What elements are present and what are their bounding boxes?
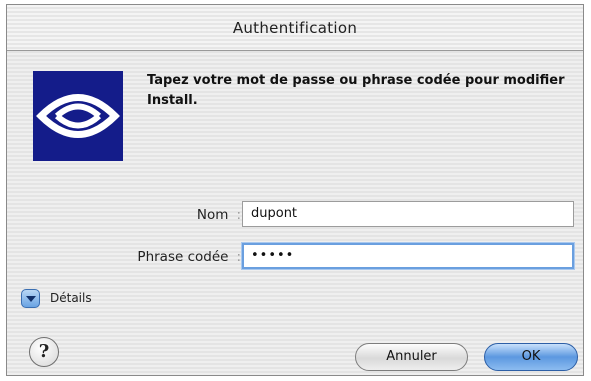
window-title: Authentification [232, 19, 358, 37]
details-label[interactable]: Détails [50, 291, 92, 305]
passphrase-label: Phrase codée: [77, 249, 241, 265]
passphrase-label-colon: : [236, 249, 241, 265]
name-label: Nom: [147, 207, 241, 223]
passphrase-field[interactable]: ••••• [242, 243, 574, 269]
security-logo-icon [33, 71, 123, 161]
help-icon: ? [38, 341, 50, 362]
details-disclosure-triangle[interactable] [21, 289, 40, 308]
help-button[interactable]: ? [29, 337, 59, 367]
passphrase-label-text: Phrase codée [137, 249, 229, 265]
ok-button[interactable]: OK [484, 343, 578, 371]
title-bar[interactable]: Authentification [7, 5, 583, 51]
name-field[interactable]: dupont [242, 201, 574, 227]
prompt-message: Tapez votre mot de passe ou phrase codée… [147, 73, 565, 108]
cancel-button[interactable]: Annuler [355, 343, 468, 371]
authentication-dialog: Authentification Tapez votre mot de pass… [6, 4, 584, 376]
name-label-colon: : [236, 207, 241, 223]
name-label-text: Nom [196, 207, 229, 223]
